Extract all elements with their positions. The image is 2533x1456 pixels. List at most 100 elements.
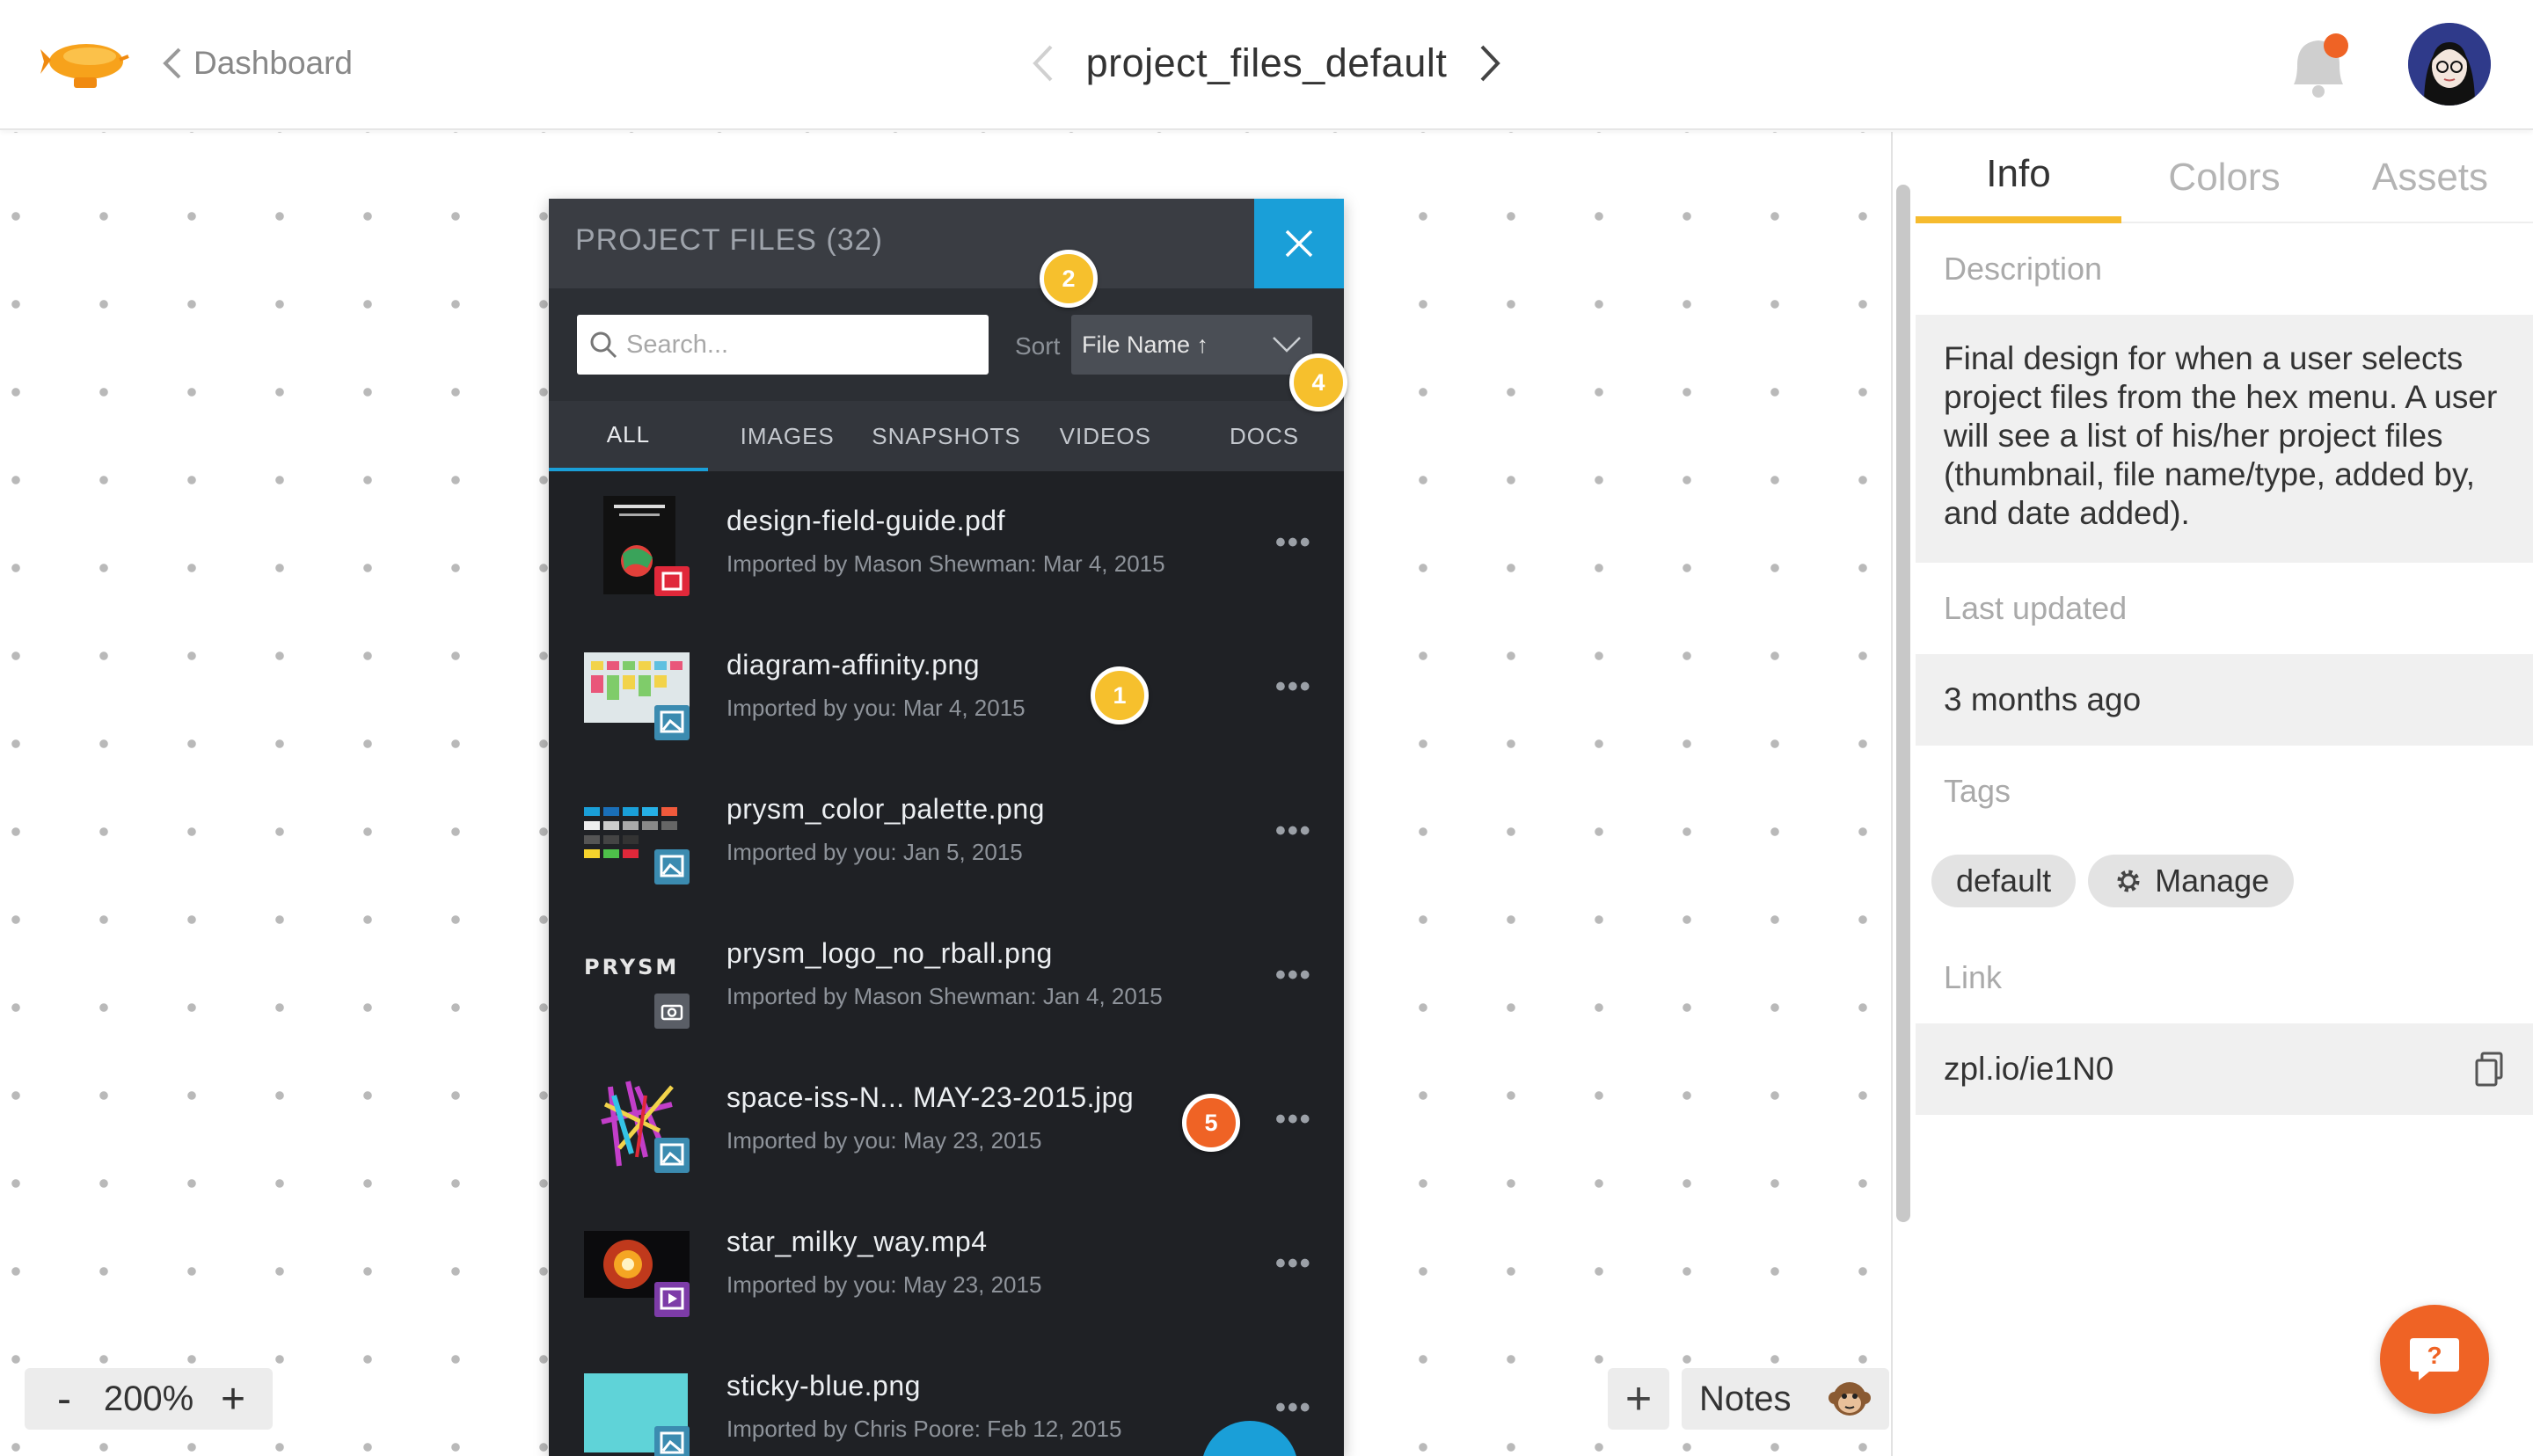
more-options-icon[interactable]: ••• (1275, 526, 1312, 560)
annotation-marker-2[interactable]: 2 (1040, 250, 1098, 308)
file-row[interactable]: diagram-affinity.png Imported by you: Ma… (549, 615, 1344, 760)
notification-bell-icon[interactable] (2285, 30, 2352, 100)
project-files-header: PROJECT FILES (32) (549, 199, 1344, 288)
user-avatar[interactable] (2408, 23, 2491, 106)
more-options-icon[interactable]: ••• (1275, 670, 1312, 704)
file-row[interactable]: PRYSM prysm_logo_no_rball.png Imported b… (549, 904, 1344, 1048)
last-updated-label: Last updated (1916, 563, 2533, 654)
panel-divider (1891, 132, 1893, 1456)
gear-icon (2117, 870, 2140, 892)
project-files-panel: PROJECT FILES (32) Sort File Name ↑ ALL … (549, 199, 1344, 1456)
search-icon (590, 331, 617, 359)
tab-assets[interactable]: Assets (2327, 132, 2533, 223)
screen-title: project_files_default (1085, 40, 1448, 85)
last-updated-value: 3 months ago (1916, 654, 2533, 746)
canvas-vertical-scrollbar[interactable] (1896, 185, 1910, 1222)
chevron-down-icon (1273, 337, 1301, 353)
more-options-icon[interactable]: ••• (1275, 1247, 1312, 1281)
manage-tags-button[interactable]: Manage (2088, 855, 2295, 907)
file-name: sticky-blue.png (726, 1370, 921, 1401)
file-name: prysm_color_palette.png (726, 793, 1045, 825)
image-thumbnail (584, 807, 690, 885)
file-name: design-field-guide.pdf (726, 505, 1005, 536)
tab-images[interactable]: IMAGES (708, 401, 867, 471)
back-to-dashboard-link[interactable]: Dashboard (162, 39, 353, 88)
tags-row: default Manage (1931, 855, 2306, 907)
file-name: diagram-affinity.png (726, 649, 981, 681)
notes-button[interactable]: Notes (1682, 1368, 1889, 1430)
close-panel-button[interactable] (1254, 199, 1344, 288)
annotation-marker-4[interactable]: 4 (1289, 353, 1347, 411)
link-label: Link (1916, 932, 2533, 1023)
file-meta: Imported by you: May 23, 2015 (726, 1271, 1042, 1298)
copy-icon[interactable] (2473, 1052, 2505, 1087)
zoom-control: - 200% + (25, 1368, 273, 1430)
more-options-icon[interactable]: ••• (1275, 1103, 1312, 1137)
next-screen-chevron-icon[interactable] (1478, 43, 1503, 84)
tag-pill[interactable]: default (1931, 855, 2077, 907)
project-files-toolbar: Sort File Name ↑ (549, 288, 1344, 401)
tab-snapshots[interactable]: SNAPSHOTS (867, 401, 1026, 471)
zoom-in-button[interactable]: + (211, 1375, 255, 1423)
camera-icon (654, 994, 690, 1029)
image-thumbnail (584, 1373, 690, 1456)
sort-label: Sort (1015, 332, 1061, 360)
project-files-title: PROJECT FILES (32) (575, 223, 883, 257)
prysm-logo-text: PRYSM (584, 955, 680, 979)
file-meta: Imported by you: Jan 5, 2015 (726, 839, 1023, 865)
description-label: Description (1916, 223, 2533, 315)
zoom-level: 200% (103, 1379, 194, 1418)
project-navigator: project_files_default (1020, 32, 1513, 95)
tab-videos[interactable]: VIDEOS (1026, 401, 1185, 471)
tab-colors[interactable]: Colors (2121, 132, 2327, 223)
sort-value: File Name (1082, 331, 1191, 358)
annotation-marker-1[interactable]: 1 (1091, 666, 1149, 724)
more-options-icon[interactable]: ••• (1275, 814, 1312, 848)
annotation-marker-5[interactable]: 5 (1182, 1094, 1240, 1152)
file-list: design-field-guide.pdf Imported by Mason… (549, 471, 1344, 1456)
search-input[interactable] (626, 330, 978, 360)
tab-docs[interactable]: DOCS (1185, 401, 1344, 471)
image-thumbnail (601, 1081, 690, 1173)
video-thumbnail (584, 1231, 690, 1317)
description-text: Final design for when a user selects pro… (1944, 340, 2498, 531)
file-meta: Imported by you: May 23, 2015 (726, 1127, 1042, 1154)
tags-label: Tags (1916, 746, 2533, 837)
file-name: space-iss-N... MAY-23-2015.jpg (726, 1081, 1135, 1113)
pdf-thumbnail (603, 496, 690, 596)
inspector-tabs: Info Colors Assets (1916, 132, 2533, 223)
tab-all[interactable]: ALL (549, 401, 708, 471)
zoom-out-button[interactable]: - (42, 1375, 86, 1423)
sort-direction-arrow-icon: ↑ (1196, 331, 1209, 358)
snapshot-thumbnail: PRYSM (584, 925, 691, 1030)
link-row: zpl.io/ie1N0 (1916, 1023, 2533, 1115)
help-chat-icon: ? (2410, 1338, 2459, 1380)
file-row[interactable]: prysm_color_palette.png Imported by you:… (549, 760, 1344, 904)
help-chat-button[interactable]: ? (2380, 1305, 2489, 1414)
inspector-panel: Info Colors Assets Description Final des… (1916, 132, 2533, 1456)
sort-dropdown[interactable]: File Name ↑ (1071, 315, 1312, 375)
file-name: prysm_logo_no_rball.png (726, 937, 1053, 969)
manage-label: Manage (2155, 863, 2270, 899)
prev-screen-chevron-icon[interactable] (1030, 43, 1055, 84)
file-meta: Imported by you: Mar 4, 2015 (726, 695, 1026, 721)
svg-text:?: ? (2427, 1342, 2442, 1369)
image-thumbnail (584, 652, 690, 740)
file-row[interactable]: design-field-guide.pdf Imported by Mason… (549, 471, 1344, 615)
close-icon (1285, 229, 1313, 258)
file-name: star_milky_way.mp4 (726, 1226, 988, 1257)
zeppelin-logo-icon[interactable] (39, 33, 130, 97)
share-link[interactable]: zpl.io/ie1N0 (1944, 1050, 2113, 1088)
search-field[interactable] (577, 315, 989, 375)
back-label: Dashboard (193, 45, 354, 81)
sort-value-wrap: File Name ↑ (1082, 331, 1208, 359)
add-note-button[interactable]: + (1608, 1368, 1669, 1430)
more-options-icon[interactable]: ••• (1275, 958, 1312, 993)
tab-info[interactable]: Info (1916, 132, 2121, 223)
file-meta: Imported by Mason Shewman: Jan 4, 2015 (726, 983, 1163, 1009)
top-bar: Dashboard project_files_default (0, 0, 2533, 130)
file-row[interactable]: star_milky_way.mp4 Imported by you: May … (549, 1192, 1344, 1336)
more-options-icon[interactable]: ••• (1275, 1391, 1312, 1425)
notes-label: Notes (1699, 1379, 1792, 1418)
file-meta: Imported by Chris Poore: Feb 12, 2015 (726, 1416, 1122, 1442)
